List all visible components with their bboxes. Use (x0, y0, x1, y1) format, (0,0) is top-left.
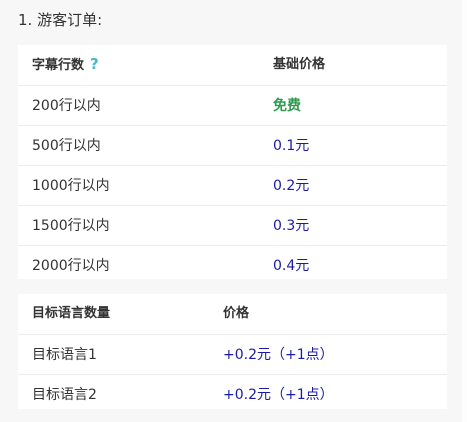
row-price: 免费 (273, 97, 301, 114)
row-lines: 200行以内 (32, 97, 101, 114)
right-edge (462, 0, 467, 422)
table-row: 500行以内 0.1元 (18, 125, 447, 165)
table-row: 1500行以内 0.3元 (18, 205, 447, 245)
row-language-count: 目标语言1 (32, 346, 97, 363)
column-header-lines: 字幕行数? (32, 54, 99, 74)
row-lines: 2000行以内 (32, 257, 110, 274)
row-lines: 1500行以内 (32, 217, 110, 234)
table-row: 1000行以内 0.2元 (18, 165, 447, 205)
section-heading: 1. 游客订单: (18, 11, 103, 29)
table-row: 2000行以内 0.4元 (18, 245, 447, 285)
row-price: 0.3元 (273, 217, 310, 234)
column-header-language-count: 目标语言数量 (32, 306, 111, 321)
line-count-price-table: 字幕行数? 基础价格 200行以内 免费 500行以内 0.1元 1000行以内… (18, 45, 447, 279)
pricing-panel: 1. 游客订单: 字幕行数? 基础价格 200行以内 免费 500行以内 0.1… (0, 0, 462, 422)
row-price: +0.2元（+1点） (223, 346, 334, 363)
table-row: 目标语言1 +0.2元（+1点） (18, 334, 447, 374)
table-header-row: 目标语言数量 价格 (18, 294, 447, 334)
row-language-count: 目标语言2 (32, 386, 97, 403)
column-header-base-price: 基础价格 (273, 57, 326, 72)
row-price: 0.1元 (273, 137, 310, 154)
row-lines: 500行以内 (32, 137, 101, 154)
table-row: 目标语言2 +0.2元（+1点） (18, 374, 447, 414)
question-mark-icon[interactable]: ? (90, 54, 99, 74)
target-language-price-table: 目标语言数量 价格 目标语言1 +0.2元（+1点） 目标语言2 +0.2元（+… (18, 294, 447, 409)
row-lines: 1000行以内 (32, 177, 110, 194)
column-header-price: 价格 (223, 306, 250, 321)
table-row: 200行以内 免费 (18, 85, 447, 125)
row-price: +0.2元（+1点） (223, 386, 334, 403)
table-header-row: 字幕行数? 基础价格 (18, 45, 447, 85)
row-price: 0.2元 (273, 177, 310, 194)
row-price: 0.4元 (273, 257, 310, 274)
